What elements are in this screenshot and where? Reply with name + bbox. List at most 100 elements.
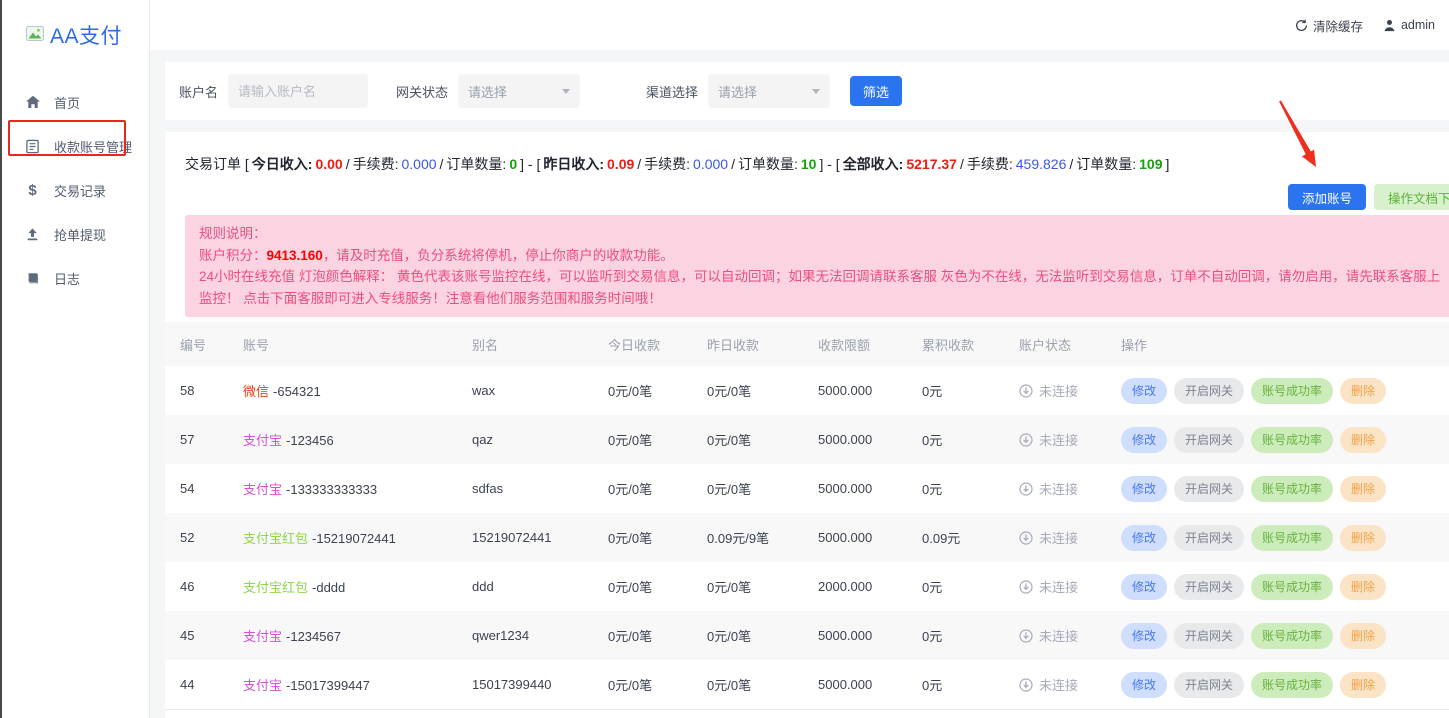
- account-points-value: 9413.160: [267, 248, 323, 263]
- open-gateway-button[interactable]: 开启网关: [1174, 378, 1244, 404]
- edit-button[interactable]: 修改: [1121, 427, 1167, 453]
- cell-today: 0元/0笔: [608, 675, 707, 694]
- cell-id: 58: [180, 383, 243, 398]
- cell-yesterday: 0元/0笔: [707, 381, 818, 400]
- success-rate-button[interactable]: 账号成功率: [1251, 623, 1333, 649]
- open-gateway-button[interactable]: 开启网关: [1174, 427, 1244, 453]
- disconnected-icon: [1019, 678, 1033, 692]
- table-row: 54 支付宝-133333333333 sdfas 0元/0笔 0元/0笔 50…: [165, 464, 1449, 513]
- app-title: AA支付: [50, 20, 122, 50]
- sidebar-item-label: 抢单提现: [54, 225, 106, 244]
- clear-cache-button[interactable]: 清除缓存: [1295, 16, 1363, 35]
- delete-button[interactable]: 删除: [1340, 378, 1386, 404]
- col-id: 编号: [180, 335, 243, 354]
- cell-account: 支付宝红包-dddd: [243, 577, 472, 596]
- gateway-select-value: 请选择: [468, 82, 507, 101]
- edit-button[interactable]: 修改: [1121, 476, 1167, 502]
- cell-today: 0元/0笔: [608, 626, 707, 645]
- success-rate-button[interactable]: 账号成功率: [1251, 427, 1333, 453]
- cell-status: 未连接: [1019, 479, 1121, 498]
- cell-limit: 5000.000: [818, 628, 922, 643]
- sidebar-item-logs[interactable]: 日志: [2, 256, 149, 300]
- cell-limit: 5000.000: [818, 383, 922, 398]
- account-number: -133333333333: [286, 482, 377, 497]
- delete-button[interactable]: 删除: [1340, 623, 1386, 649]
- home-icon: [24, 94, 41, 110]
- add-account-button[interactable]: 添加账号: [1288, 184, 1366, 210]
- cell-yesterday: 0.09元/9笔: [707, 528, 818, 547]
- status-label: 未连接: [1039, 528, 1078, 547]
- table-end-divider: [165, 709, 1449, 717]
- open-gateway-button[interactable]: 开启网关: [1174, 672, 1244, 698]
- open-gateway-button[interactable]: 开启网关: [1174, 623, 1244, 649]
- account-number: -1234567: [286, 629, 341, 644]
- cell-actions: 修改 开启网关 账号成功率 删除: [1121, 574, 1449, 600]
- user-menu[interactable]: admin: [1383, 18, 1435, 32]
- notice-line-1: 规则说明：: [199, 223, 1445, 245]
- cell-actions: 修改 开启网关 账号成功率 删除: [1121, 427, 1449, 453]
- disconnected-icon: [1019, 531, 1033, 545]
- content-card: 交易订单 [今日收入:0.00/手续费:0.000/订单数量:0] - [昨日收…: [165, 132, 1449, 718]
- status-label: 未连接: [1039, 381, 1078, 400]
- success-rate-button[interactable]: 账号成功率: [1251, 574, 1333, 600]
- disconnected-icon: [1019, 629, 1033, 643]
- cell-status: 未连接: [1019, 381, 1121, 400]
- account-type: 支付宝: [243, 482, 282, 497]
- cell-actions: 修改 开启网关 账号成功率 删除: [1121, 672, 1449, 698]
- disconnected-icon: [1019, 482, 1033, 496]
- cell-alias: 15219072441: [472, 530, 608, 545]
- refresh-icon: [1295, 19, 1308, 32]
- account-number: -15017399447: [286, 678, 370, 693]
- chevron-down-icon: [562, 89, 570, 94]
- delete-button[interactable]: 删除: [1340, 427, 1386, 453]
- open-gateway-button[interactable]: 开启网关: [1174, 574, 1244, 600]
- cell-id: 46: [180, 579, 243, 594]
- cell-status: 未连接: [1019, 577, 1121, 596]
- delete-button[interactable]: 删除: [1340, 574, 1386, 600]
- edit-button[interactable]: 修改: [1121, 525, 1167, 551]
- account-number: -123456: [286, 433, 334, 448]
- table-row: 57 支付宝-123456 qaz 0元/0笔 0元/0笔 5000.000 0…: [165, 415, 1449, 464]
- cell-limit: 5000.000: [818, 432, 922, 447]
- sidebar-item-home[interactable]: 首页: [2, 80, 149, 124]
- channel-select[interactable]: 请选择: [708, 74, 830, 108]
- edit-button[interactable]: 修改: [1121, 574, 1167, 600]
- success-rate-button[interactable]: 账号成功率: [1251, 476, 1333, 502]
- col-status: 账户状态: [1019, 335, 1121, 354]
- doc-download-button[interactable]: 操作文档下载: [1374, 184, 1449, 210]
- gateway-status-label: 网关状态: [396, 82, 448, 101]
- success-rate-button[interactable]: 账号成功率: [1251, 525, 1333, 551]
- toolbar: 添加账号 操作文档下载: [1288, 184, 1449, 210]
- filter-button[interactable]: 筛选: [850, 76, 902, 106]
- sidebar-item-withdraw[interactable]: 抢单提现: [2, 212, 149, 256]
- edit-button[interactable]: 修改: [1121, 378, 1167, 404]
- col-account: 账号: [243, 335, 472, 354]
- sidebar-item-label: 首页: [54, 93, 80, 112]
- sidebar-item-label: 日志: [54, 269, 80, 288]
- col-actions: 操作: [1121, 335, 1449, 354]
- cell-status: 未连接: [1019, 430, 1121, 449]
- success-rate-button[interactable]: 账号成功率: [1251, 672, 1333, 698]
- channel-select-label: 渠道选择: [646, 82, 698, 101]
- notice-box: 规则说明： 账户积分：9413.160，请及时充值，负分系统将停机，停止你商户的…: [185, 215, 1449, 317]
- edit-button[interactable]: 修改: [1121, 672, 1167, 698]
- cell-account: 支付宝红包-15219072441: [243, 528, 472, 547]
- gateway-select[interactable]: 请选择: [458, 74, 580, 108]
- success-rate-button[interactable]: 账号成功率: [1251, 378, 1333, 404]
- cell-total: 0.09元: [922, 528, 1019, 547]
- delete-button[interactable]: 删除: [1340, 525, 1386, 551]
- sidebar-item-transactions[interactable]: $ 交易记录: [2, 168, 149, 212]
- account-type: 支付宝: [243, 433, 282, 448]
- logo-icon: [26, 26, 44, 44]
- sidebar-item-account-manage[interactable]: 收款账号管理: [2, 124, 149, 168]
- edit-button[interactable]: 修改: [1121, 623, 1167, 649]
- delete-button[interactable]: 删除: [1340, 476, 1386, 502]
- cell-id: 57: [180, 432, 243, 447]
- account-name-input[interactable]: [228, 74, 368, 108]
- status-label: 未连接: [1039, 430, 1078, 449]
- open-gateway-button[interactable]: 开启网关: [1174, 476, 1244, 502]
- delete-button[interactable]: 删除: [1340, 672, 1386, 698]
- open-gateway-button[interactable]: 开启网关: [1174, 525, 1244, 551]
- cell-account: 支付宝 -133333333333: [243, 479, 472, 498]
- account-number: -15219072441: [312, 531, 396, 546]
